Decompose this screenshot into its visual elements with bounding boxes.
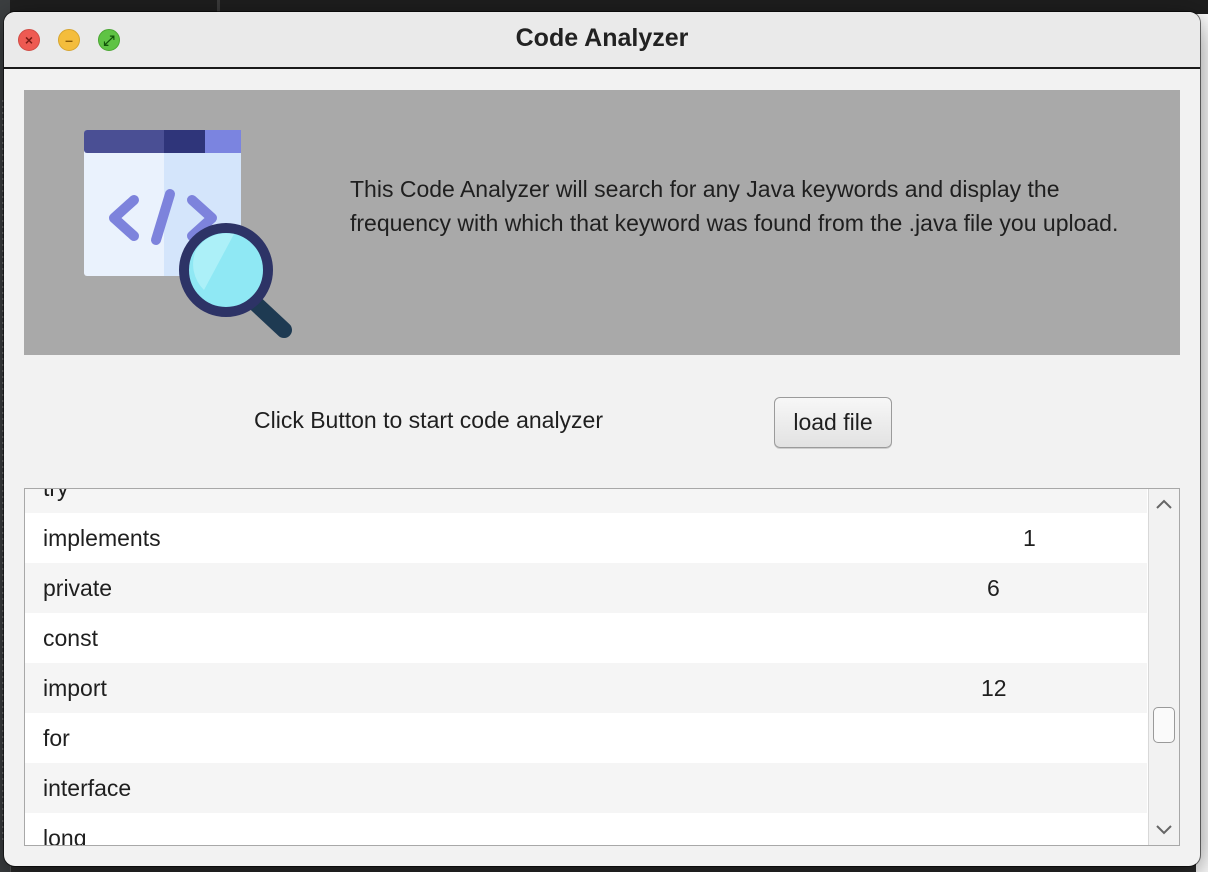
scrollbar-thumb[interactable] xyxy=(1153,707,1175,744)
window-title: Code Analyzer xyxy=(515,24,689,52)
keyword-label: try xyxy=(43,488,69,501)
keyword-label: private xyxy=(43,575,113,601)
banner-description: This Code Analyzer will search for any J… xyxy=(350,176,1119,236)
list-item[interactable]: implements 1 xyxy=(25,513,1147,563)
list-item[interactable]: import 12 xyxy=(25,663,1147,713)
vertical-scrollbar[interactable] xyxy=(1148,489,1179,845)
list-item[interactable]: const xyxy=(25,613,1147,663)
keyword-label: interface xyxy=(43,775,132,801)
chevron-down-icon[interactable] xyxy=(1149,817,1179,843)
start-prompt-label: Click Button to start code analyzer xyxy=(254,407,603,433)
code-search-icon xyxy=(84,130,292,338)
info-banner: This Code Analyzer will search for any J… xyxy=(24,90,1180,355)
list-item[interactable]: try xyxy=(25,488,1147,513)
keyword-count: 6 xyxy=(987,575,1000,601)
keyword-label: long xyxy=(43,825,87,846)
list-item[interactable]: long xyxy=(25,813,1147,846)
keyword-count: 1 xyxy=(1023,525,1036,551)
list-item[interactable]: interface xyxy=(25,763,1147,813)
keyword-list-content: try implements 1 private 6 const import … xyxy=(25,488,1147,846)
keyword-label: const xyxy=(43,625,98,651)
keyword-label: for xyxy=(43,725,70,751)
list-item[interactable]: private 6 xyxy=(25,563,1147,613)
list-item[interactable]: for xyxy=(25,713,1147,763)
keyword-count: 12 xyxy=(981,675,1007,701)
keyword-label: import xyxy=(43,675,107,701)
keyword-label: implements xyxy=(43,525,161,551)
chevron-up-icon[interactable] xyxy=(1149,491,1179,517)
load-file-button[interactable]: load file xyxy=(774,397,892,448)
keyword-frequency-list[interactable]: try implements 1 private 6 const import … xyxy=(24,488,1180,846)
title-bar: × – ⤢ Code Analyzer xyxy=(4,12,1200,69)
code-analyzer-window: × – ⤢ Code Analyzer This Code Analyzer w… xyxy=(4,12,1200,866)
